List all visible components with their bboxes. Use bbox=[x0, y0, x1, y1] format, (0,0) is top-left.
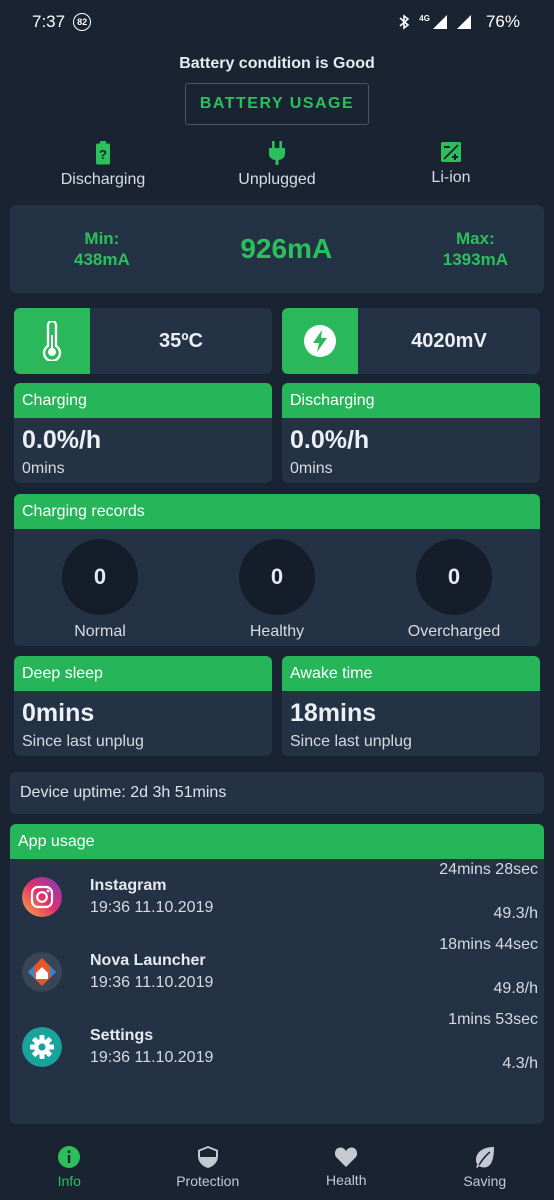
nova-launcher-icon bbox=[22, 952, 62, 992]
temperature-card: 35ºC bbox=[14, 308, 272, 374]
thermometer-icon bbox=[42, 321, 62, 361]
current-card: Min: 438mA 926mA Max: 1393mA bbox=[10, 205, 544, 293]
battery-percent: 76% bbox=[485, 12, 520, 31]
deep-sleep-title: Deep sleep bbox=[14, 656, 272, 691]
charging-records-card: Charging records 0 Normal 0 Healthy 0 Ov… bbox=[14, 494, 540, 646]
record-label: Normal bbox=[74, 623, 126, 640]
shield-icon bbox=[197, 1146, 218, 1168]
plug-icon bbox=[269, 141, 285, 165]
temperature-value: 35ºC bbox=[159, 329, 203, 352]
status-label: Li-ion bbox=[431, 169, 471, 186]
discharging-card: Discharging 0.0%/h 0mins bbox=[282, 383, 540, 483]
current-max: Max: 1393mA bbox=[443, 228, 508, 270]
record-label: Healthy bbox=[249, 623, 305, 640]
status-label: Unplugged bbox=[238, 171, 316, 188]
app-usage-time: 24mins 28sec bbox=[439, 861, 538, 878]
app-row-settings[interactable]: Settings 19:36 11.10.2019 1mins 53sec 4.… bbox=[10, 1009, 544, 1084]
nav-label: Protection bbox=[176, 1173, 240, 1189]
nav-label: Info bbox=[57, 1173, 81, 1189]
nav-health[interactable]: Health bbox=[277, 1134, 416, 1200]
status-li-ion: Li-ion bbox=[364, 141, 538, 191]
nav-saving[interactable]: Saving bbox=[416, 1134, 554, 1200]
app-usage-card: App usage Instagram 19:36 11.10.2019 24m… bbox=[10, 824, 544, 1124]
bottom-navigation: Info Protection Health Saving bbox=[0, 1134, 554, 1200]
status-label: Discharging bbox=[60, 171, 146, 188]
app-drain-rate: 49.3/h bbox=[493, 905, 538, 922]
record-normal: 0 Normal bbox=[30, 539, 170, 641]
status-time: 7:37 bbox=[32, 12, 66, 31]
battery-condition: Battery condition is Good bbox=[179, 55, 375, 72]
record-count: 0 bbox=[239, 539, 315, 615]
heart-icon bbox=[335, 1147, 358, 1167]
current-value: 926mA bbox=[240, 233, 333, 264]
max-value: 1393mA bbox=[442, 250, 508, 269]
charging-rate: 0.0%/h bbox=[22, 426, 102, 454]
deep-sleep-card: Deep sleep 0mins Since last unplug bbox=[14, 656, 272, 756]
record-count: 0 bbox=[62, 539, 138, 615]
app-row-nova-launcher[interactable]: Nova Launcher 19:36 11.10.2019 18mins 44… bbox=[10, 934, 544, 1009]
app-date: 19:36 11.10.2019 bbox=[90, 1049, 214, 1066]
record-overcharged: 0 Overcharged bbox=[384, 539, 524, 641]
record-healthy: 0 Healthy bbox=[207, 539, 347, 641]
app-usage-time: 18mins 44sec bbox=[439, 936, 538, 953]
bluetooth-icon bbox=[399, 14, 410, 30]
discharging-title: Discharging bbox=[282, 383, 540, 418]
discharging-rate: 0.0%/h bbox=[290, 426, 370, 454]
records-title: Charging records bbox=[14, 494, 540, 529]
awake-title: Awake time bbox=[282, 656, 540, 691]
app-name: Instagram bbox=[90, 877, 167, 894]
app-name: Settings bbox=[90, 1027, 154, 1044]
voltage-card: 4020mV bbox=[282, 308, 540, 374]
nav-info[interactable]: Info bbox=[0, 1134, 139, 1200]
app-name: Nova Launcher bbox=[90, 952, 206, 969]
app-row-instagram[interactable]: Instagram 19:36 11.10.2019 24mins 28sec … bbox=[10, 859, 544, 934]
charging-card: Charging 0.0%/h 0mins bbox=[14, 383, 272, 483]
status-discharging: ? Discharging bbox=[16, 141, 190, 191]
app-usage-title: App usage bbox=[10, 824, 544, 859]
nav-protection[interactable]: Protection bbox=[139, 1134, 278, 1200]
charging-time: 0mins bbox=[22, 460, 65, 477]
signal-2-icon bbox=[456, 15, 471, 29]
nav-label: Health bbox=[326, 1172, 367, 1188]
svg-text:?: ? bbox=[99, 147, 107, 162]
awake-value: 18mins bbox=[290, 699, 377, 727]
min-value: 438mA bbox=[74, 250, 130, 269]
bolt-icon bbox=[304, 325, 336, 357]
info-icon bbox=[58, 1146, 81, 1168]
app-date: 19:36 11.10.2019 bbox=[90, 899, 214, 916]
battery-type-icon bbox=[441, 142, 461, 162]
device-uptime: Device uptime: 2d 3h 51mins bbox=[10, 772, 544, 814]
app-usage-time: 1mins 53sec bbox=[448, 1011, 538, 1028]
battery-usage-button[interactable]: BATTERY USAGE bbox=[185, 83, 369, 125]
app-drain-rate: 4.3/h bbox=[502, 1055, 538, 1072]
status-bar: 7:37 82 4G 76% bbox=[0, 0, 554, 44]
current-min: Min: 438mA bbox=[74, 228, 130, 270]
instagram-icon bbox=[22, 877, 62, 917]
leaf-icon bbox=[475, 1147, 494, 1168]
discharging-time: 0mins bbox=[290, 460, 333, 477]
signal-icon bbox=[432, 15, 447, 29]
battery-status-row: ? Discharging Unplugged Li-ion bbox=[0, 141, 554, 191]
charging-title: Charging bbox=[14, 383, 272, 418]
record-count: 0 bbox=[416, 539, 492, 615]
status-unplugged: Unplugged bbox=[190, 141, 364, 191]
settings-gear-icon bbox=[22, 1027, 62, 1067]
max-label: Max: bbox=[456, 229, 495, 248]
awake-time-card: Awake time 18mins Since last unplug bbox=[282, 656, 540, 756]
network-type: 4G bbox=[419, 13, 430, 23]
battery-unknown-icon: ? bbox=[96, 141, 110, 165]
record-label: Overcharged bbox=[407, 623, 501, 640]
min-label: Min: bbox=[84, 229, 120, 248]
app-date: 19:36 11.10.2019 bbox=[90, 974, 214, 991]
app-drain-rate: 49.8/h bbox=[493, 980, 538, 997]
nav-label: Saving bbox=[463, 1173, 507, 1189]
voltage-value: 4020mV bbox=[411, 329, 487, 352]
notification-badge: 82 bbox=[73, 13, 92, 31]
deep-sleep-sub: Since last unplug bbox=[22, 733, 144, 750]
awake-sub: Since last unplug bbox=[290, 733, 412, 750]
deep-sleep-value: 0mins bbox=[22, 699, 95, 727]
